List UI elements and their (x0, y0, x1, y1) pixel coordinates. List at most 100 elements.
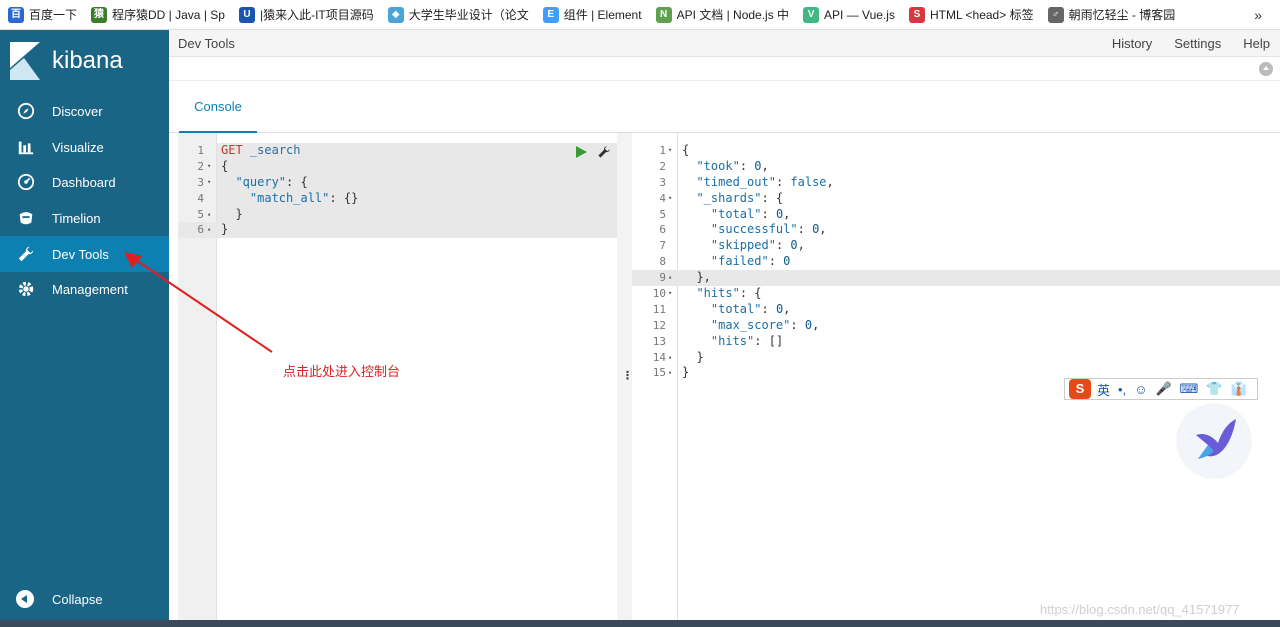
code-line[interactable]: 3 "timed_out": false, (632, 175, 1280, 191)
bookmark-favicon-icon: V (803, 6, 820, 23)
fold-toggle-icon[interactable]: ▴ (668, 350, 672, 366)
code-line[interactable]: 9 ▴ }, (632, 270, 1280, 287)
line-number: 13 (652, 334, 666, 348)
code-line[interactable]: 6 ▴} (178, 222, 617, 239)
code-text: } (221, 222, 229, 237)
code-text: "skipped": 0, (710, 238, 805, 253)
line-number: 9 (659, 271, 666, 285)
fold-toggle-icon[interactable]: ▾ (207, 159, 211, 175)
code-line[interactable]: 7 "skipped": 0, (632, 238, 1280, 254)
fold-toggle-icon[interactable]: ▴ (207, 222, 211, 238)
line-number: 1 (197, 144, 204, 157)
taskbar (0, 620, 1280, 627)
bookmark-item[interactable]: 猿程序猿DD | Java | Sp (91, 6, 225, 23)
help-link[interactable]: Help (1243, 36, 1270, 51)
bookmark-label: 百度一下 (29, 8, 78, 22)
code-line[interactable]: 4 "match_all": {} (178, 191, 617, 207)
compass-icon (16, 101, 36, 121)
bookmark-item[interactable]: E 组件 | Element (542, 6, 642, 23)
code-line[interactable]: 3 ▾ "query": { (178, 175, 617, 191)
sub-header (169, 57, 1280, 81)
collapse-up-icon[interactable] (1259, 62, 1273, 76)
bookmark-item[interactable]: V API — Vue.js (803, 6, 895, 23)
code-line[interactable]: 5 "total": 0, (632, 207, 1280, 223)
ime-toolbar[interactable]: S 英 •, ☺ 🎤 ⌨ 👕 👔 (1064, 378, 1258, 400)
line-number: 11 (652, 302, 666, 316)
fold-toggle-icon[interactable]: ▴ (668, 270, 672, 286)
code-line[interactable]: 8 "failed": 0 (632, 254, 1280, 270)
fold-toggle-icon[interactable]: ▾ (668, 286, 672, 302)
settings-link[interactable]: Settings (1174, 36, 1221, 51)
sidebar-item-visualize[interactable]: Visualize (0, 129, 169, 165)
tab-bar: Console (169, 81, 1280, 133)
code-text: "failed": 0 (710, 254, 791, 269)
punctuation-icon[interactable]: •, (1118, 382, 1126, 397)
emoji-icon[interactable]: ☺ (1134, 382, 1147, 397)
fold-toggle-icon[interactable]: ▴ (207, 207, 211, 223)
collapse-button[interactable]: Collapse (16, 590, 103, 608)
keyboard-icon[interactable]: ⌨ (1180, 381, 1199, 397)
bookmark-item[interactable]: ◆ 大学生毕业设计（论文 (387, 6, 529, 23)
code-text: } (682, 349, 704, 364)
fold-toggle-icon[interactable]: ▾ (668, 143, 672, 159)
wrench-icon[interactable] (597, 145, 611, 159)
code-line[interactable]: 4 ▾ "_shards": { (632, 191, 1280, 207)
code-line[interactable]: 2 "took": 0, (632, 159, 1280, 175)
bird-widget-icon[interactable] (1178, 405, 1250, 477)
ime-mode[interactable]: 英 (1097, 380, 1110, 399)
line-number: 5 (197, 207, 204, 221)
fold-toggle-icon[interactable]: ▾ (207, 175, 211, 191)
code-line[interactable]: 13 "hits": [] (632, 334, 1280, 350)
code-text: "max_score": 0, (710, 317, 820, 332)
bookmark-label: API 文档 | Node.js 中 (676, 8, 790, 22)
line-number: 10 (652, 287, 666, 301)
bookmark-item[interactable]: ♂ 朝雨忆轻尘 - 博客园 (1047, 6, 1175, 23)
code-text: { (221, 158, 229, 173)
bookmark-item[interactable]: 百百度一下 (8, 6, 77, 23)
page-title: Dev Tools (178, 36, 235, 51)
bookmark-label: 组件 | Element (563, 8, 642, 22)
code-line[interactable]: 2 ▾ { (178, 159, 617, 175)
bookmark-item[interactable]: N API 文档 | Node.js 中 (655, 6, 790, 23)
code-line[interactable]: 5 ▴ } (178, 207, 617, 223)
kibana-logo[interactable]: kibana (10, 42, 123, 80)
bookmark-favicon-icon: ◆ (387, 6, 404, 23)
bookmark-item[interactable]: U |猿来入此-IT项目源码 (238, 6, 374, 23)
bookmarks-more-button[interactable]: » (1254, 7, 1262, 23)
timelion-icon (16, 208, 36, 228)
line-number: 7 (659, 239, 666, 253)
code-text: "total": 0, (710, 206, 791, 221)
line-number: 6 (659, 223, 666, 237)
code-line[interactable]: 6 "successful": 0, (632, 222, 1280, 238)
sidebar-item-dashboard[interactable]: Dashboard (0, 164, 169, 200)
code-line[interactable]: 1 GET _search (178, 143, 617, 159)
code-text: } (221, 206, 243, 221)
app-name: kibana (52, 47, 123, 74)
toolbox-icon[interactable]: 👔 (1231, 381, 1247, 397)
request-editor[interactable]: 1 GET _search 2 ▾{3 ▾ "query": {4 "match_all… (178, 133, 617, 627)
code-line[interactable]: 10 ▾ "hits": { (632, 286, 1280, 302)
gear-icon (16, 279, 36, 299)
code-text: "total": 0, (710, 301, 791, 316)
top-header: Dev Tools History Settings Help (169, 30, 1280, 57)
history-link[interactable]: History (1112, 36, 1152, 51)
annotation-text: 点击此处进入控制台 (283, 364, 401, 379)
bookmark-favicon-icon: N (655, 6, 672, 23)
tab-console[interactable]: Console (179, 81, 257, 133)
sidebar-item-timelion[interactable]: Timelion (0, 200, 169, 236)
fold-toggle-icon[interactable]: ▾ (668, 191, 672, 207)
code-text: "took": 0, (696, 158, 769, 173)
sidebar-item-discover[interactable]: Discover (0, 93, 169, 129)
fold-toggle-icon[interactable]: ▴ (668, 365, 672, 381)
editor-resizer[interactable]: ⋮ (617, 133, 633, 627)
microphone-icon[interactable]: 🎤 (1155, 381, 1171, 397)
skin-icon[interactable]: 👕 (1206, 381, 1222, 397)
bookmark-item[interactable]: S HTML <head> 标签 (908, 6, 1034, 23)
code-line[interactable]: 14 ▴ } (632, 350, 1280, 366)
code-line[interactable]: 11 "total": 0, (632, 302, 1280, 318)
bar-chart-icon (16, 137, 36, 157)
send-request-icon[interactable] (576, 146, 587, 158)
bookmarks-bar: 百百度一下猿程序猿DD | Java | Sp U |猿来入此-IT项目源码 ◆ 大学生… (0, 0, 1280, 30)
code-line[interactable]: 12 "max_score": 0, (632, 318, 1280, 334)
code-line[interactable]: 1 ▾ { (632, 143, 1280, 159)
